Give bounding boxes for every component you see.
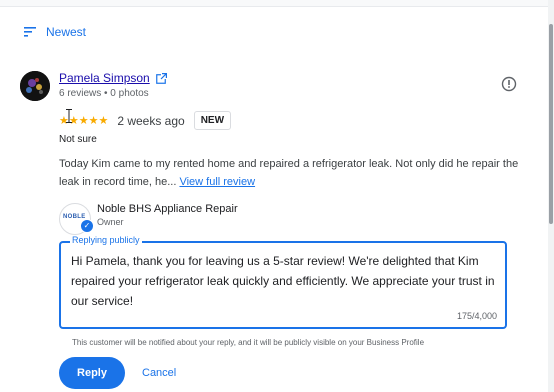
text-cursor-icon bbox=[66, 109, 72, 123]
review-tag: Not sure bbox=[59, 134, 97, 145]
view-full-review-link[interactable]: View full review bbox=[179, 176, 255, 188]
verified-icon: ✓ bbox=[80, 219, 94, 233]
review-time: 2 weeks ago bbox=[117, 113, 185, 128]
reply-button[interactable]: Reply bbox=[59, 357, 125, 389]
character-counter: 175/4,000 bbox=[456, 311, 497, 321]
review-body: Today Kim came to my rented home and rep… bbox=[59, 158, 519, 188]
new-badge: NEW bbox=[193, 111, 232, 130]
business-info: Noble BHS Appliance Repair Owner bbox=[97, 203, 238, 227]
business-role: Owner bbox=[97, 217, 124, 227]
reviewer-name-link[interactable]: Pamela Simpson bbox=[59, 71, 150, 85]
cancel-button[interactable]: Cancel bbox=[142, 357, 176, 389]
scrollbar[interactable] bbox=[548, 0, 554, 392]
avatar-image bbox=[20, 71, 50, 101]
review-text: Today Kim came to my rented home and rep… bbox=[59, 155, 529, 191]
reviewer-info: Pamela Simpson 6 reviews • 0 photos bbox=[59, 71, 167, 99]
sort-label: Newest bbox=[46, 25, 87, 39]
business-logo-text: NOBLE bbox=[63, 214, 86, 220]
reviewer-meta: 6 reviews • 0 photos bbox=[59, 88, 149, 99]
top-edge bbox=[0, 0, 554, 7]
scrollbar-thumb[interactable] bbox=[549, 24, 553, 224]
reply-notice: This customer will be notified about you… bbox=[72, 338, 425, 347]
sort-button[interactable]: Newest bbox=[24, 25, 86, 39]
reply-field-label: Replying publicly bbox=[70, 235, 142, 245]
business-name: Noble BHS Appliance Repair bbox=[97, 203, 238, 215]
external-link-icon[interactable] bbox=[155, 72, 167, 84]
reply-text[interactable]: Hi Pamela, thank you for leaving us a 5-… bbox=[71, 251, 501, 311]
reply-textarea[interactable]: Replying publicly Hi Pamela, thank you f… bbox=[59, 235, 507, 329]
sort-icon bbox=[24, 27, 36, 37]
reviewer-avatar[interactable] bbox=[20, 71, 50, 101]
rating-row: ★★★★★ 2 weeks ago NEW bbox=[59, 111, 232, 130]
report-icon[interactable] bbox=[501, 76, 517, 92]
